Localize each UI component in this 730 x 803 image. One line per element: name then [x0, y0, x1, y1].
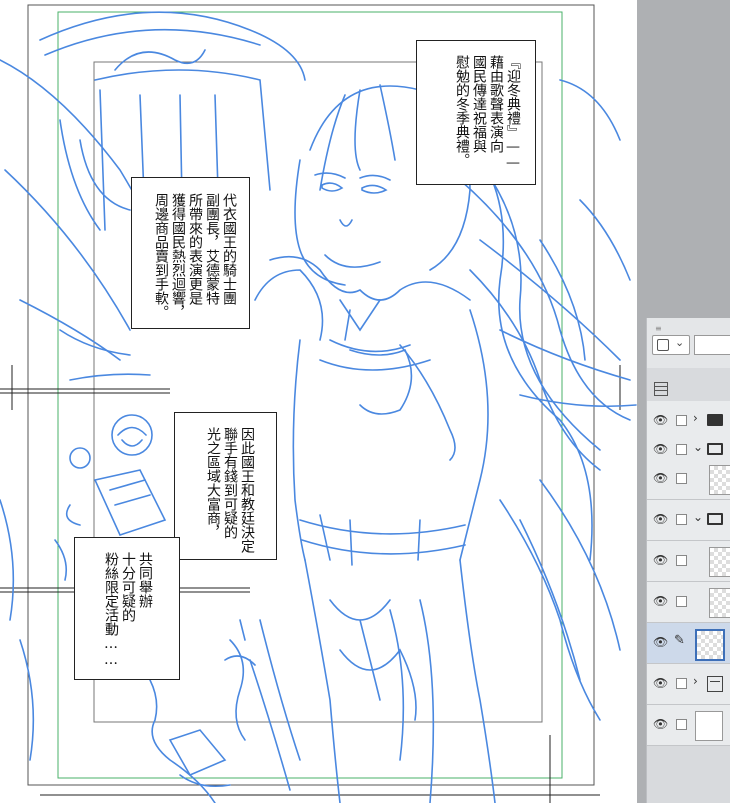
layer-row-selected[interactable]: 👁 ✎ — [647, 623, 730, 664]
layer-panel-header: ≡ ⌄ — [647, 318, 730, 368]
caption-box-1: 『迎冬典禮』—— 藉由歌聲表演向 國民傳達祝福與 慰勉的冬季典禮。 — [416, 40, 536, 185]
layer-row[interactable]: 👁 › — [647, 664, 730, 705]
chevron-down-icon[interactable]: ⌄ — [693, 510, 703, 524]
caption-text-3: 因此國王和教廷決定 聯手有錢到可疑的 光之區域大富商， — [205, 427, 255, 553]
caption-box-2: 代衣國王的騎士團 副團長，艾德蒙特 所帶來的表演更是 獲得國民熱烈迴響， 周邊商… — [131, 177, 250, 329]
layer-lock-checkbox[interactable] — [676, 596, 687, 607]
open-folder-icon — [707, 443, 723, 455]
layer-row[interactable]: 👁 — [647, 582, 730, 623]
layer-row[interactable]: 👁 — [647, 459, 730, 500]
paper-thumbnail — [695, 711, 723, 741]
layer-lock-checkbox[interactable] — [676, 444, 687, 455]
pen-icon: ✎ — [674, 633, 685, 648]
layer-lock-checkbox[interactable] — [676, 473, 687, 484]
layer-lock-checkbox[interactable] — [676, 555, 687, 566]
eye-icon[interactable]: 👁 — [653, 553, 668, 567]
chevron-down-icon[interactable]: ⌄ — [693, 440, 703, 454]
chevron-right-icon[interactable]: › — [693, 411, 698, 425]
chevron-right-icon[interactable]: › — [693, 674, 698, 688]
sketch-artwork — [0, 4, 637, 803]
blend-mode-icon — [657, 339, 669, 351]
layer-list-icon[interactable] — [654, 382, 668, 396]
template-layer-icon — [707, 676, 723, 692]
layer-row[interactable]: 👁 — [647, 541, 730, 582]
layer-thumbnail — [709, 465, 730, 495]
eye-icon[interactable]: 👁 — [653, 413, 668, 427]
caption-text-1: 『迎冬典禮』—— 藉由歌聲表演向 國民傳達祝福與 慰勉的冬季典禮。 — [454, 55, 521, 171]
panel-grip-icon[interactable]: ≡ — [655, 324, 662, 333]
layer-panel: ≡ ⌄ 👁 › 👁 ⌄ 👁 👁 ⌄ 👁 👁 👁 ✎ 👁 › 👁 — [646, 318, 730, 803]
eye-icon[interactable]: 👁 — [653, 717, 668, 731]
eye-icon[interactable]: 👁 — [653, 471, 668, 485]
layer-lock-checkbox[interactable] — [676, 678, 687, 689]
eye-icon[interactable]: 👁 — [653, 512, 668, 526]
eye-icon[interactable]: 👁 — [653, 594, 668, 608]
layer-lock-checkbox[interactable] — [676, 719, 687, 730]
folder-icon — [707, 414, 723, 426]
eye-icon[interactable]: 👁 — [653, 676, 668, 690]
caption-text-2: 代衣國王的騎士團 副團長，艾德蒙特 所帶來的表演更是 獲得國民熱烈迴響， 周邊商… — [153, 193, 237, 319]
eye-icon[interactable]: 👁 — [653, 635, 668, 649]
drawing-canvas[interactable]: 『迎冬典禮』—— 藉由歌聲表演向 國民傳達祝福與 慰勉的冬季典禮。 代衣國王的騎… — [0, 0, 637, 803]
layer-toolbar — [647, 373, 730, 403]
layer-lock-checkbox[interactable] — [676, 415, 687, 426]
blend-mode-select[interactable]: ⌄ — [652, 335, 690, 355]
chevron-down-icon: ⌄ — [675, 336, 685, 349]
layer-row[interactable]: 👁 ⌄ — [647, 500, 730, 541]
layer-thumbnail — [695, 629, 725, 661]
eye-icon[interactable]: 👁 — [653, 442, 668, 456]
layer-thumbnail — [709, 588, 730, 618]
caption-text-4: 共同舉辦 十分可疑的 粉絲限定活動…… — [103, 552, 153, 668]
caption-box-3: 因此國王和教廷決定 聯手有錢到可疑的 光之區域大富商， — [174, 412, 277, 560]
opacity-field[interactable] — [694, 335, 730, 355]
caption-box-4: 共同舉辦 十分可疑的 粉絲限定活動…… — [74, 537, 180, 680]
layer-row[interactable]: 👁 — [647, 705, 730, 746]
open-folder-icon — [707, 513, 723, 525]
layer-thumbnail — [709, 547, 730, 577]
layer-lock-checkbox[interactable] — [676, 514, 687, 525]
